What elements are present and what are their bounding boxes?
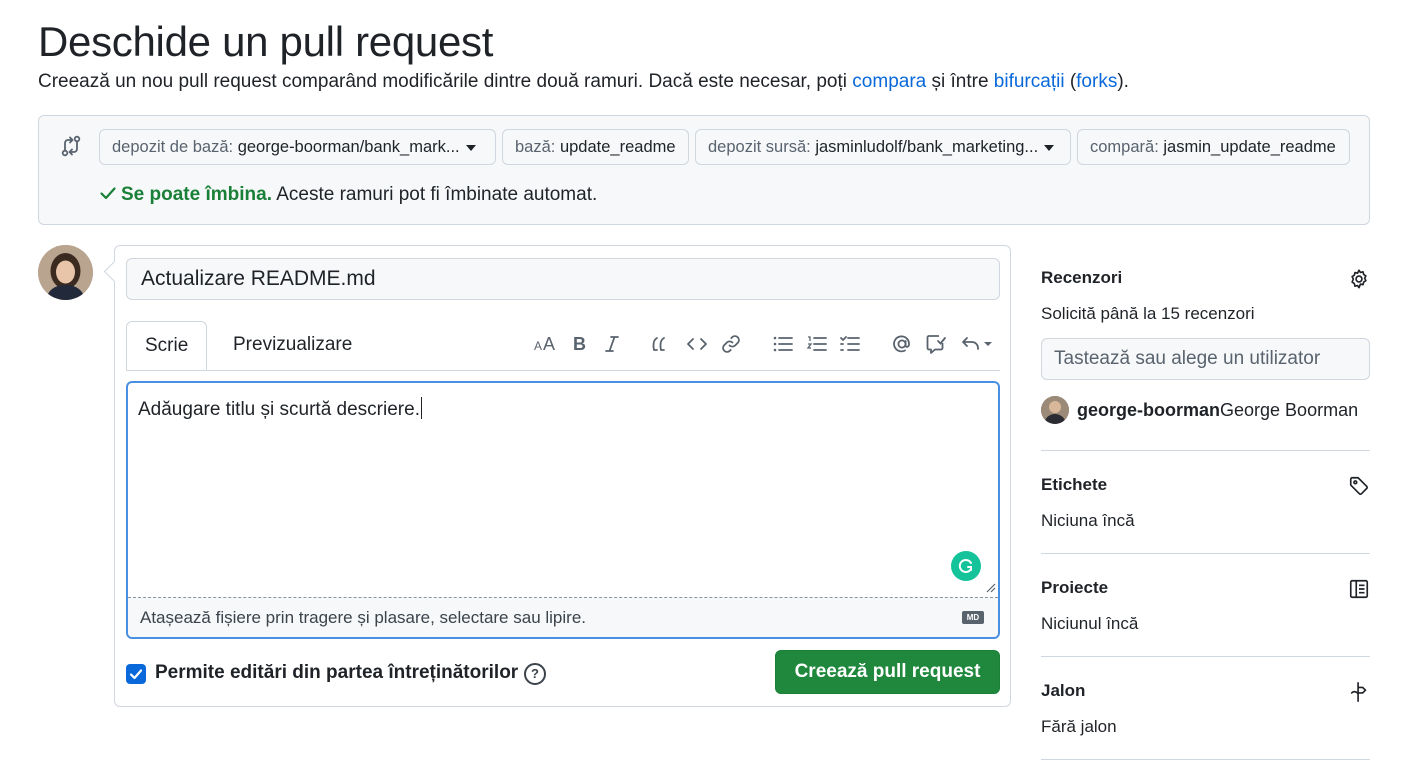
reviewer-name: George Boorman: [1220, 399, 1359, 420]
tab-write[interactable]: Scrie: [126, 321, 208, 371]
base-branch-select[interactable]: bază: update_readme: [502, 129, 689, 165]
reviewer-avatar: [1041, 396, 1069, 424]
head-repo-value: jasminludolf/bank_marketing...: [815, 138, 1039, 156]
milestone-value: Fără jalon: [1041, 717, 1117, 736]
code-icon[interactable]: [684, 331, 710, 357]
markdown-icon[interactable]: MD: [962, 611, 984, 624]
heading-icon[interactable]: AA: [533, 331, 559, 357]
pr-body-editor[interactable]: Adăugare titlu și scurtă descriere. Ataș…: [126, 381, 1000, 639]
compare-box: depozit de bază: george-boorman/bank_mar…: [38, 115, 1370, 225]
base-branch-label: bază:: [515, 138, 560, 156]
base-branch-value: update_readme: [559, 138, 676, 156]
italic-icon[interactable]: [599, 331, 625, 357]
head-repo-select[interactable]: depozit sursă: jasminludolf/bank_marketi…: [695, 129, 1071, 165]
milestone-section: Jalon Fără jalon: [1041, 657, 1370, 760]
projects-value: Niciunul încă: [1041, 614, 1139, 633]
svg-text:A: A: [543, 334, 555, 354]
base-repo-select[interactable]: depozit de bază: george-boorman/bank_mar…: [99, 129, 496, 165]
resize-handle-icon[interactable]: [984, 581, 996, 593]
reviewers-hint: Solicită până la 15 recenzori: [1041, 304, 1255, 323]
pull-request-form: Scrie Previzualizare AA B Adăugare titlu…: [114, 245, 1011, 707]
compare-branch-select[interactable]: compară: jasmin_update_readme: [1077, 129, 1350, 165]
compare-branch-label: compară:: [1090, 138, 1164, 156]
forks-link-ro[interactable]: bifurcații: [994, 71, 1065, 92]
projects-section: Proiecte Niciunul încă: [1041, 554, 1370, 657]
checkmark-icon: [129, 669, 143, 680]
pr-title-input[interactable]: [126, 258, 1000, 300]
create-pull-request-button[interactable]: Creează pull request: [775, 650, 1000, 694]
svg-text:B: B: [573, 334, 586, 354]
milestone-title: Jalon: [1041, 681, 1086, 700]
head-repo-label: depozit sursă:: [708, 138, 816, 156]
undo-icon[interactable]: [959, 331, 999, 357]
author-avatar[interactable]: [38, 245, 93, 300]
compare-link[interactable]: compara: [852, 71, 926, 92]
attach-files-text: Atașează fișiere prin tragere și plasare…: [140, 608, 586, 627]
unordered-list-icon[interactable]: [770, 331, 796, 357]
git-compare-icon: [61, 135, 81, 157]
tab-preview[interactable]: Previzualizare: [215, 321, 370, 369]
subtitle-text: Creează un nou pull request comparând mo…: [38, 71, 853, 92]
quote-icon[interactable]: [648, 331, 674, 357]
compare-branch-value: jasmin_update_readme: [1163, 138, 1336, 156]
caret-down-icon: [1044, 144, 1055, 151]
bold-icon[interactable]: B: [567, 331, 593, 357]
tab-divider: [126, 370, 1000, 371]
merge-ok-text: Se poate îmbina.: [121, 184, 272, 205]
pr-body-text[interactable]: Adăugare titlu și scurtă descriere.: [138, 397, 422, 421]
reviewers-section: Recenzori Solicită până la 15 recenzori …: [1041, 245, 1370, 451]
ordered-list-icon[interactable]: [804, 331, 830, 357]
link-icon[interactable]: [718, 331, 744, 357]
reference-icon[interactable]: [923, 331, 949, 357]
base-repo-label: depozit de bază:: [112, 138, 238, 156]
reviewer-login: george-boorman: [1077, 399, 1221, 420]
svg-text:A: A: [534, 339, 542, 353]
grammarly-icon[interactable]: [951, 551, 981, 581]
merge-status: Se poate îmbina. Aceste ramuri pot fi îm…: [99, 184, 597, 206]
paren-close: ).: [1117, 71, 1129, 92]
paren-open: (: [1064, 71, 1077, 92]
labels-title: Etichete: [1041, 475, 1108, 494]
caret-down-icon: [465, 144, 476, 151]
allow-edits-checkbox[interactable]: [126, 664, 146, 684]
labels-value: Niciuna încă: [1041, 511, 1135, 530]
check-icon: [100, 187, 116, 200]
attach-files-bar[interactable]: Atașează fișiere prin tragere și plasare…: [128, 597, 998, 637]
reviewer-item[interactable]: george-boorman George Boorman: [1041, 396, 1358, 424]
labels-section: Etichete Niciuna încă: [1041, 451, 1370, 554]
page-title: Deschide un pull request: [38, 18, 494, 65]
gear-icon[interactable]: [1348, 268, 1370, 290]
milestone-icon[interactable]: [1348, 681, 1370, 703]
project-table-icon[interactable]: [1348, 578, 1370, 600]
reviewer-search-input[interactable]: Tastează sau alege un utilizator: [1041, 338, 1370, 380]
sidebar: Recenzori Solicită până la 15 recenzori …: [1041, 245, 1370, 760]
task-list-icon[interactable]: [837, 331, 863, 357]
avatar-photo: [38, 245, 93, 300]
subtitle-mid: și între: [926, 71, 994, 92]
help-icon[interactable]: ?: [524, 663, 546, 685]
base-repo-value: george-boorman/bank_mark...: [237, 138, 460, 156]
allow-edits-label[interactable]: Permite editări din partea întreținători…: [155, 662, 518, 684]
forks-link[interactable]: forks: [1076, 71, 1117, 92]
tag-icon[interactable]: [1348, 475, 1370, 497]
reviewers-title: Recenzori: [1041, 268, 1123, 287]
projects-title: Proiecte: [1041, 578, 1109, 597]
merge-status-text: Aceste ramuri pot fi îmbinate automat.: [271, 184, 598, 205]
page-subtitle: Creează un nou pull request comparând mo…: [38, 71, 1129, 93]
mention-icon[interactable]: [889, 331, 915, 357]
